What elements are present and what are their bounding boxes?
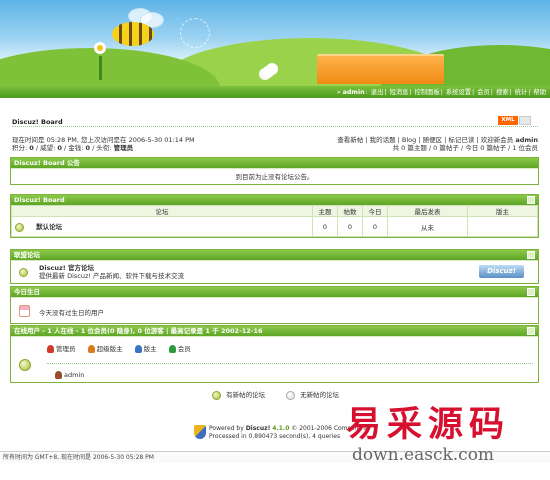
time-line: 现在时间是 05:28 PM, 您上次访问是在 2006-5-30 01:14 … [12, 136, 195, 144]
col-posts: 帖数 [337, 205, 363, 217]
banner-sun-outline [180, 18, 210, 48]
legend-none: 无新帖的论坛 [286, 389, 339, 400]
online-title[interactable]: 在线用户 - 1 人在线 - 1 位会员(0 隐身), 0 位游客 | 最高记录… [14, 327, 263, 335]
nav-control-panel[interactable]: 控制面板 [415, 89, 440, 96]
col-threads: 主题 [312, 205, 338, 217]
quick-links[interactable]: 查看新帖 | 我的话题 | Blog | 随便区 | 标记已读 | 欢迎新会员 … [337, 136, 538, 144]
points-line: 积分: 0 / 威望: 0 / 金钱: 0 / 头衔: 管理员 [12, 144, 134, 152]
collapse-icon[interactable] [527, 327, 535, 335]
powered-by-link[interactable]: Discuz! [246, 425, 271, 432]
announcement-box: Discuz! Board 公告 到目前为止没有论坛公告。 [10, 157, 539, 185]
collapse-icon[interactable] [527, 288, 535, 296]
nav-logout[interactable]: 退出 [371, 89, 384, 96]
col-moderators: 版主 [467, 205, 538, 217]
link-forum-icon [19, 268, 28, 277]
board-stats: 共 0 篇主题 / 0 篇帖子 / 今日 0 篇帖子 / 1 位会员 [392, 144, 538, 152]
forum-list-title[interactable]: Discuz! Board [14, 196, 65, 204]
flower-icon [94, 42, 106, 54]
cake-icon [19, 305, 30, 317]
link-forum-desc: 提供最新 Discuz! 产品新闻、软件下载与技术交流 [39, 272, 185, 280]
birthday-header: 今日生日 [11, 287, 538, 297]
online-status-icon [19, 359, 31, 371]
member-user-icon [168, 345, 176, 353]
user-info: 现在时间是 05:28 PM, 您上次访问是在 2006-5-30 01:14 … [12, 136, 195, 152]
mod-user-icon [134, 345, 142, 353]
forum-threads: 0 [312, 216, 338, 237]
user-title: 管理员 [113, 144, 134, 152]
forum-today: 0 [362, 216, 388, 237]
newest-member-link[interactable]: admin [515, 136, 538, 144]
link-forum-row: Discuz! 官方论坛 提供最新 Discuz! 产品新闻、软件下载与技术交流… [11, 260, 538, 283]
online-header: 在线用户 - 1 人在线 - 1 位会员(0 隐身), 0 位游客 | 最高记录… [11, 326, 538, 336]
col-last-post: 最后发表 [387, 205, 468, 217]
link-forums-title: 联盟论坛 [14, 251, 40, 259]
header-banner [0, 0, 550, 86]
processed-info: Processed in 0.890473 second(s), 4 queri… [209, 433, 341, 440]
forum-list-box: Discuz! Board 论坛 主题 帖数 今日 最后发表 版主 默认论坛 0… [10, 194, 539, 238]
forum-moderators [467, 216, 538, 237]
watermark-logo: 易采源码 [346, 404, 511, 445]
nav-user[interactable]: admin [343, 89, 365, 96]
link-forums-box: 联盟论坛 Discuz! 官方论坛 提供最新 Discuz! 产品新闻、软件下载… [10, 249, 539, 284]
user-group-legend: 管理员 超级版主 版主 会员 [47, 343, 191, 353]
bee-icon [112, 22, 154, 46]
announcement-text: 到目前为止没有论坛公告。 [11, 168, 538, 184]
board-links: 查看新帖 | 我的话题 | Blog | 随便区 | 标记已读 | 欢迎新会员 … [337, 136, 538, 152]
watermark-url: down.easck.com [352, 445, 495, 465]
collapse-icon[interactable] [527, 251, 535, 259]
footer: Powered by Discuz! 4.1.0 © 2001-2006 Com… [209, 425, 369, 440]
supermod-user-icon [87, 345, 95, 353]
divider [12, 126, 538, 127]
birthday-box: 今日生日 今天没有过生日的用户 [10, 286, 539, 324]
nav-messages[interactable]: 短消息 [390, 89, 409, 96]
flower-stem [99, 56, 102, 80]
birthday-title: 今日生日 [14, 288, 40, 296]
no-new-posts-icon [286, 390, 295, 400]
forum-list-header: Discuz! Board [11, 195, 538, 205]
discuz-logo[interactable]: Discuz! [479, 265, 524, 278]
legend-new: 有新帖的论坛 [212, 389, 265, 400]
online-user[interactable]: admin [55, 371, 84, 379]
announcement-title: Discuz! Board 公告 [11, 158, 538, 168]
rss-badge-icon[interactable] [519, 116, 531, 125]
link-forum-name[interactable]: Discuz! 官方论坛 [39, 264, 94, 272]
forum-table-header: 论坛 主题 帖数 今日 最后发表 版主 [11, 205, 538, 217]
shield-icon [194, 425, 206, 439]
online-box: 在线用户 - 1 人在线 - 1 位会员(0 隐身), 0 位游客 | 最高记录… [10, 325, 539, 383]
col-today: 今日 [362, 205, 388, 217]
table-row: 默认论坛 0 0 0 从未 [11, 216, 538, 237]
version: 4.1.0 [272, 425, 290, 432]
collapse-icon[interactable] [527, 196, 535, 204]
online-user-icon [55, 371, 62, 379]
daisy-icon [262, 66, 274, 78]
top-nav: » admin: 退出| 短消息| 控制面板| 系统设置| 会员| 搜索| 统计… [336, 89, 546, 96]
banner-orange-panel [317, 54, 444, 84]
forum-posts: 0 [337, 216, 363, 237]
xml-feed-badge[interactable]: XML [498, 116, 518, 125]
link-forums-header: 联盟论坛 [11, 250, 538, 260]
nav-help[interactable]: 帮助 [533, 89, 546, 96]
nav-system-settings[interactable]: 系统设置 [446, 89, 471, 96]
admin-user-icon [47, 345, 54, 353]
forum-table: 论坛 主题 帖数 今日 最后发表 版主 默认论坛 0 0 0 从未 [11, 205, 538, 237]
forum-last-post: 从未 [387, 216, 468, 237]
new-posts-icon [212, 390, 221, 400]
banner-hill [0, 48, 220, 86]
col-forum: 论坛 [11, 205, 313, 217]
nav-members[interactable]: 会员 [477, 89, 490, 96]
board-title[interactable]: Discuz! Board [12, 118, 63, 126]
forum-name-link[interactable]: 默认论坛 [36, 223, 62, 231]
nav-search[interactable]: 搜索 [496, 89, 509, 96]
forum-status-icon [15, 222, 24, 232]
birthday-text: 今天没有过生日的用户 [39, 309, 104, 317]
nav-stats[interactable]: 统计 [515, 89, 528, 96]
